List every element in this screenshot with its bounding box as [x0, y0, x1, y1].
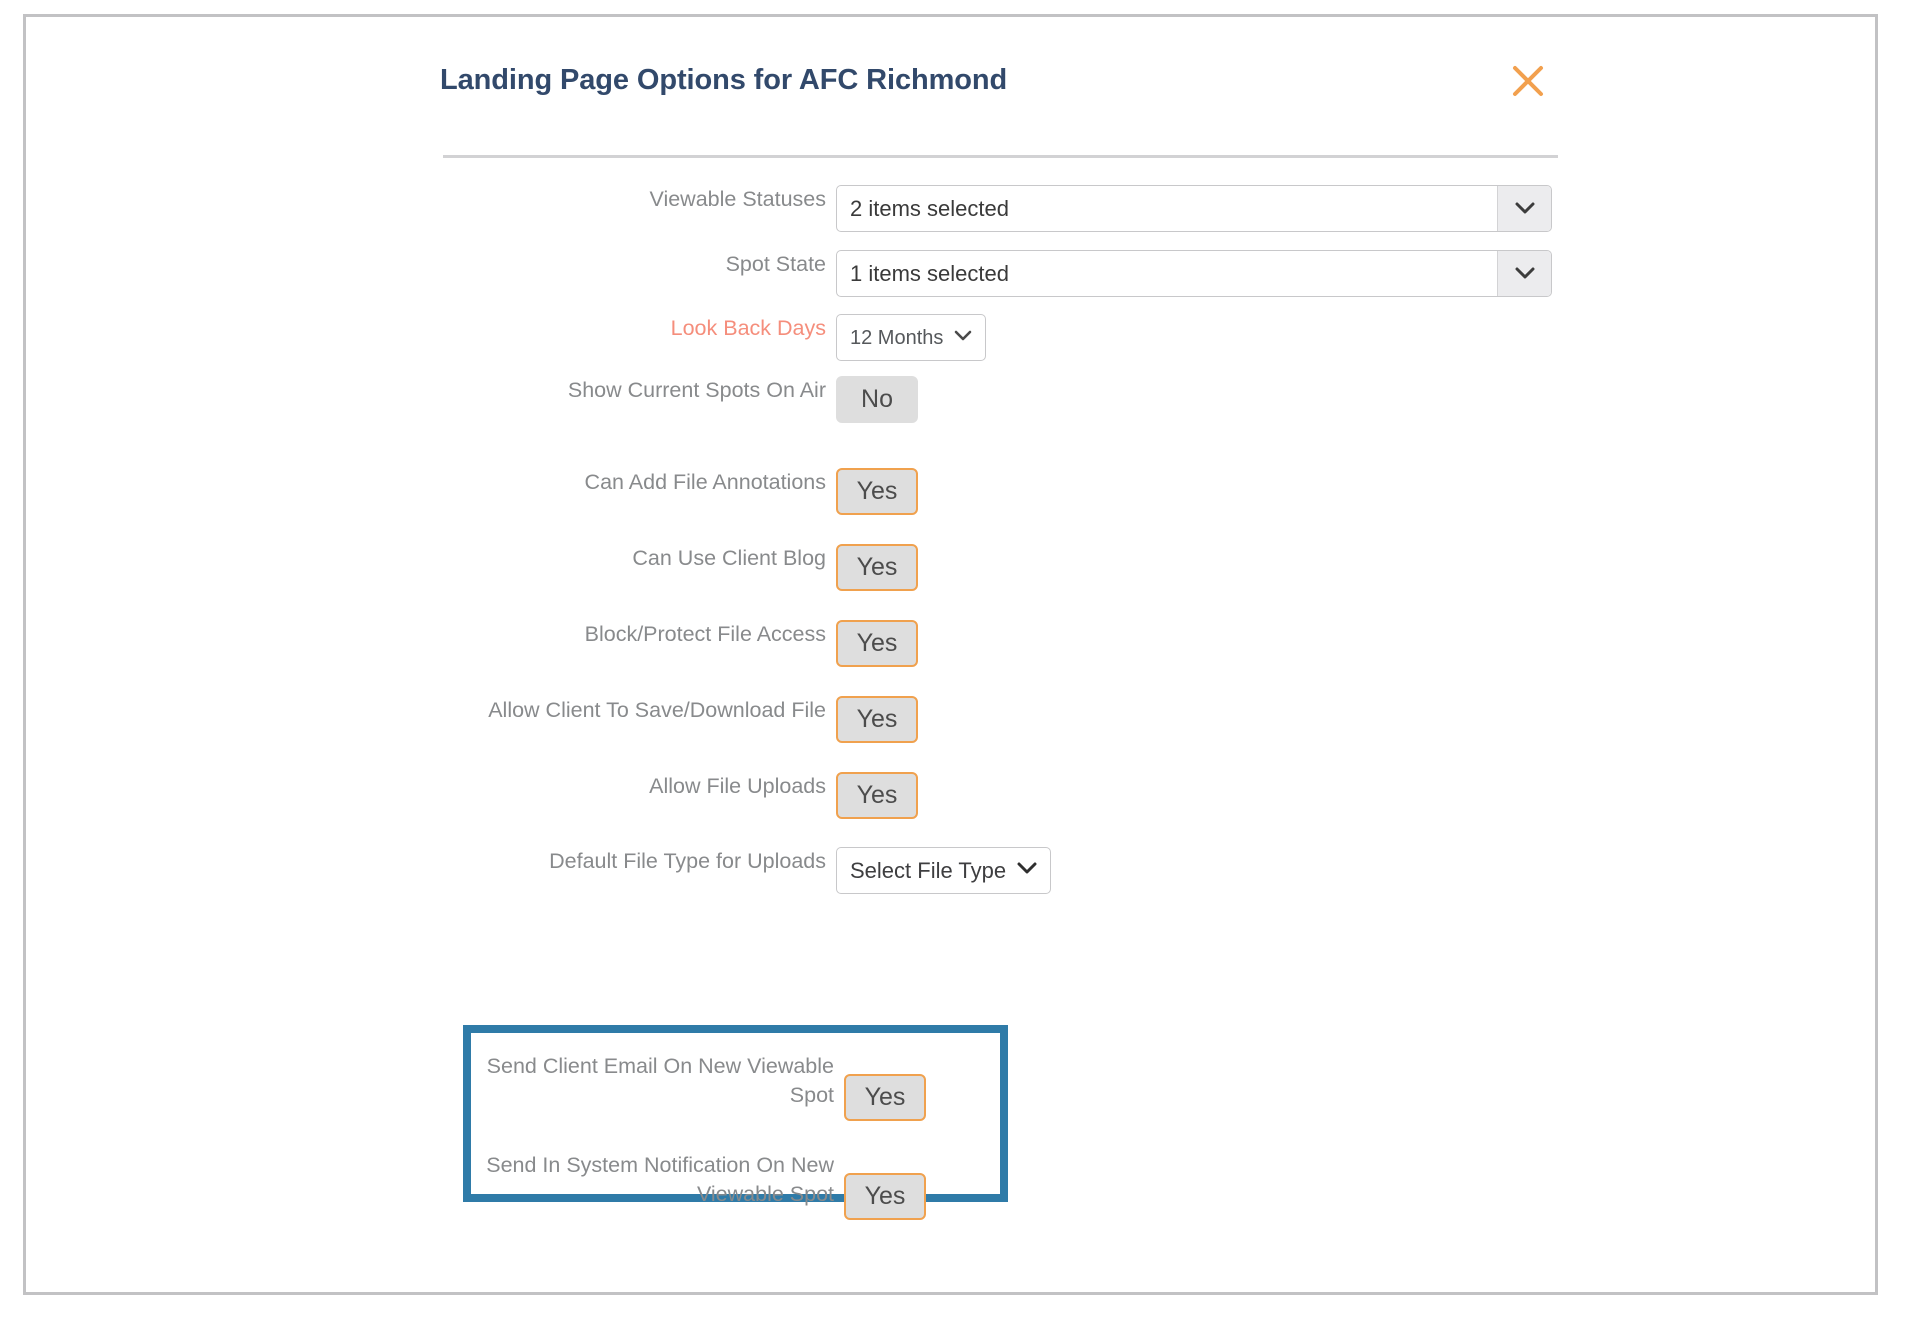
chevron-down-icon	[954, 329, 972, 347]
close-icon[interactable]	[1505, 58, 1551, 104]
row-can-add-file-annotations: Can Add File Annotations Yes	[26, 468, 1875, 515]
row-send-client-email-on-new-viewable-spot: Send Client Email On New Viewable Spot Y…	[471, 1052, 1000, 1121]
viewable-statuses-value: 2 items selected	[850, 195, 1009, 221]
label-line-1: Send Client Email On New Viewable	[486, 1054, 834, 1078]
chevron-down-icon	[1497, 186, 1551, 231]
label-can-use-client-blog: Can Use Client Blog	[632, 546, 826, 570]
control-block-protect-file-access: Yes	[836, 620, 918, 667]
row-block-protect-file-access: Block/Protect File Access Yes	[26, 620, 1875, 667]
label-can-add-file-annotations: Can Add File Annotations	[584, 470, 826, 494]
label-spot-state: Spot State	[725, 252, 826, 276]
label-block-protect-file-access: Block/Protect File Access	[584, 622, 826, 646]
label-line-2: Viewable Spot	[696, 1182, 834, 1206]
block-protect-file-access-toggle[interactable]: Yes	[836, 620, 918, 667]
control-allow-client-to-save-download-file: Yes	[836, 696, 918, 743]
label-send-client-email-on-new-viewable-spot: Send Client Email On New Viewable Spot	[471, 1052, 844, 1110]
label-allow-client-to-save-download-file: Allow Client To Save/Download File	[488, 698, 826, 722]
show-current-spots-on-air-toggle[interactable]: No	[836, 376, 918, 423]
send-client-email-on-new-viewable-spot-toggle[interactable]: Yes	[844, 1074, 926, 1121]
control-can-add-file-annotations: Yes	[836, 468, 918, 515]
look-back-days-select[interactable]: 12 Months	[836, 314, 987, 361]
label-line-2: Spot	[789, 1083, 834, 1107]
label-send-in-system-notification-on-new-viewable-spot: Send In System Notification On New Viewa…	[471, 1151, 844, 1209]
row-allow-client-to-save-download-file: Allow Client To Save/Download File Yes	[26, 696, 1875, 743]
spot-state-value: 1 items selected	[850, 260, 1009, 286]
row-spot-state: Spot State 1 items selected	[26, 250, 1875, 297]
label-viewable-statuses: Viewable Statuses	[649, 187, 827, 211]
label-line-1: Send In System Notification On New	[486, 1153, 834, 1177]
send-in-system-notification-on-new-viewable-spot-toggle[interactable]: Yes	[844, 1173, 926, 1220]
default-file-type-value: Select File Type	[850, 857, 1007, 883]
row-look-back-days: Look Back Days 12 Months	[26, 314, 1875, 361]
can-add-file-annotations-toggle[interactable]: Yes	[836, 468, 918, 515]
chevron-down-icon	[1017, 862, 1037, 880]
control-can-use-client-blog: Yes	[836, 544, 918, 591]
chevron-down-icon	[1497, 251, 1551, 296]
label-show-current-spots-on-air: Show Current Spots On Air	[567, 378, 826, 402]
control-look-back-days: 12 Months	[836, 314, 987, 361]
row-default-file-type-for-uploads: Default File Type for Uploads Select Fil…	[26, 847, 1875, 894]
modal-header: Landing Page Options for AFC Richmond	[440, 64, 1556, 136]
highlight-region: Send Client Email On New Viewable Spot Y…	[463, 1025, 1008, 1220]
control-send-in-system-notification: Yes	[844, 1173, 926, 1220]
viewable-statuses-select[interactable]: 2 items selected	[836, 185, 1552, 232]
modal-dialog: Landing Page Options for AFC Richmond Vi…	[23, 14, 1878, 1295]
title-divider	[443, 155, 1558, 158]
control-default-file-type-for-uploads: Select File Type	[836, 847, 1052, 894]
control-viewable-statuses: 2 items selected	[836, 185, 1552, 232]
control-spot-state: 1 items selected	[836, 250, 1552, 297]
row-send-in-system-notification-on-new-viewable-spot: Send In System Notification On New Viewa…	[471, 1151, 1000, 1220]
look-back-days-value: 12 Months	[850, 326, 944, 349]
label-default-file-type-for-uploads: Default File Type for Uploads	[549, 849, 826, 873]
label-allow-file-uploads: Allow File Uploads	[649, 774, 826, 798]
page-title: Landing Page Options for AFC Richmond	[440, 64, 1008, 96]
label-look-back-days: Look Back Days	[670, 316, 826, 340]
default-file-type-select[interactable]: Select File Type	[836, 847, 1052, 894]
control-send-client-email: Yes	[844, 1074, 926, 1121]
options-form: Viewable Statuses 2 items selected Spot …	[26, 185, 1875, 894]
row-can-use-client-blog: Can Use Client Blog Yes	[26, 544, 1875, 591]
row-viewable-statuses: Viewable Statuses 2 items selected	[26, 185, 1875, 232]
row-allow-file-uploads: Allow File Uploads Yes	[26, 772, 1875, 819]
spot-state-select[interactable]: 1 items selected	[836, 250, 1552, 297]
can-use-client-blog-toggle[interactable]: Yes	[836, 544, 918, 591]
allow-file-uploads-toggle[interactable]: Yes	[836, 772, 918, 819]
control-allow-file-uploads: Yes	[836, 772, 918, 819]
allow-client-to-save-download-file-toggle[interactable]: Yes	[836, 696, 918, 743]
row-show-current-spots-on-air: Show Current Spots On Air No	[26, 376, 1875, 423]
control-show-current-spots-on-air: No	[836, 376, 918, 423]
